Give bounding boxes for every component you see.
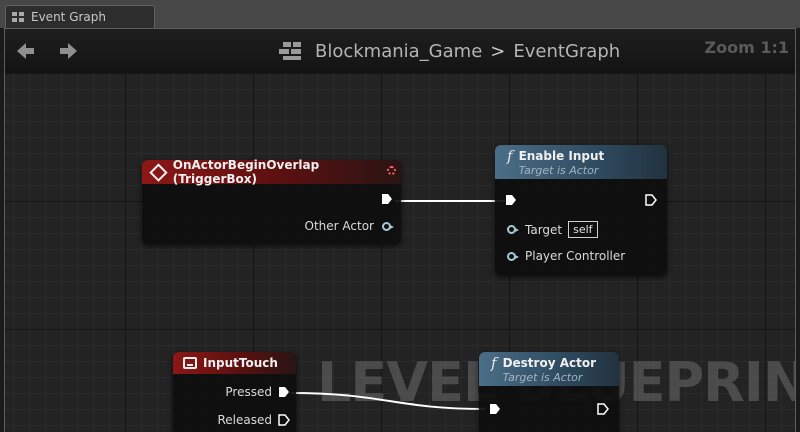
pin-label: Player Controller — [525, 249, 626, 263]
exec-pin-icon — [278, 414, 290, 426]
target-default-value[interactable]: self — [568, 221, 598, 238]
pin-label: Target — [525, 222, 563, 237]
exec-out-pin[interactable] — [597, 403, 609, 415]
node-header: f Enable Input Target is Actor — [495, 145, 667, 179]
exec-pin-icon — [645, 194, 657, 206]
tab-strip: Event Graph — [0, 0, 800, 28]
pin-player-controller[interactable]: Player Controller — [507, 249, 625, 263]
node-header: InputTouch — [173, 352, 296, 374]
node-destroy-actor[interactable]: f Destroy Actor Target is Actor — [479, 352, 619, 432]
exec-wire-pressed-to-destroy-actor — [289, 392, 486, 410]
event-icon — [149, 162, 168, 182]
node-title: InputTouch — [203, 356, 278, 370]
node-enable-input[interactable]: f Enable Input Target is Actor Target se… — [495, 145, 667, 275]
pin-released[interactable]: Released — [217, 413, 290, 427]
node-on-actor-begin-overlap[interactable]: OnActorBeginOverlap (TriggerBox) Other A… — [142, 158, 401, 244]
tab-event-graph[interactable]: Event Graph — [5, 5, 155, 28]
node-header: f Destroy Actor Target is Actor — [479, 352, 619, 386]
exec-out-pin[interactable] — [645, 194, 657, 206]
node-header: OnActorBeginOverlap (TriggerBox) — [142, 158, 401, 186]
node-subtitle: Target is Actor — [502, 371, 583, 384]
exec-pin-icon — [382, 194, 392, 204]
node-subtitle: Target is Actor — [518, 164, 599, 177]
function-icon: f — [491, 354, 497, 372]
function-icon: f — [507, 147, 513, 165]
object-pin-icon[interactable] — [382, 221, 394, 231]
exec-pin-icon — [490, 404, 500, 414]
node-title: Destroy Actor — [502, 356, 597, 370]
node-title: OnActorBeginOverlap (TriggerBox) — [172, 158, 320, 186]
object-pin-icon[interactable] — [507, 251, 519, 261]
exec-in-pin[interactable] — [505, 194, 517, 206]
graph-icon — [12, 11, 25, 23]
pin-pressed[interactable]: Pressed — [225, 385, 290, 399]
object-pin-icon[interactable] — [507, 225, 519, 234]
exec-pin-icon — [506, 195, 516, 205]
pin-target[interactable]: Target self — [507, 221, 598, 238]
exec-in-pin[interactable] — [489, 403, 501, 415]
exec-pin-icon — [597, 403, 609, 415]
pin-other-actor[interactable]: Other Actor — [304, 219, 394, 233]
touch-icon — [183, 357, 197, 369]
pin-label: Released — [217, 413, 272, 427]
delegate-pin-icon[interactable] — [387, 166, 396, 175]
pin-label: Other Actor — [304, 219, 374, 233]
node-input-touch[interactable]: InputTouch Pressed Released — [173, 352, 296, 432]
exec-out-pin[interactable] — [381, 193, 393, 205]
exec-pin-icon — [279, 387, 289, 397]
tab-label: Event Graph — [31, 10, 106, 24]
pin-label: Pressed — [225, 385, 272, 399]
node-title: Enable Input — [518, 149, 605, 163]
graph-editor[interactable]: Blockmania_Game > EventGraph Zoom 1:1 LE… — [4, 28, 796, 432]
